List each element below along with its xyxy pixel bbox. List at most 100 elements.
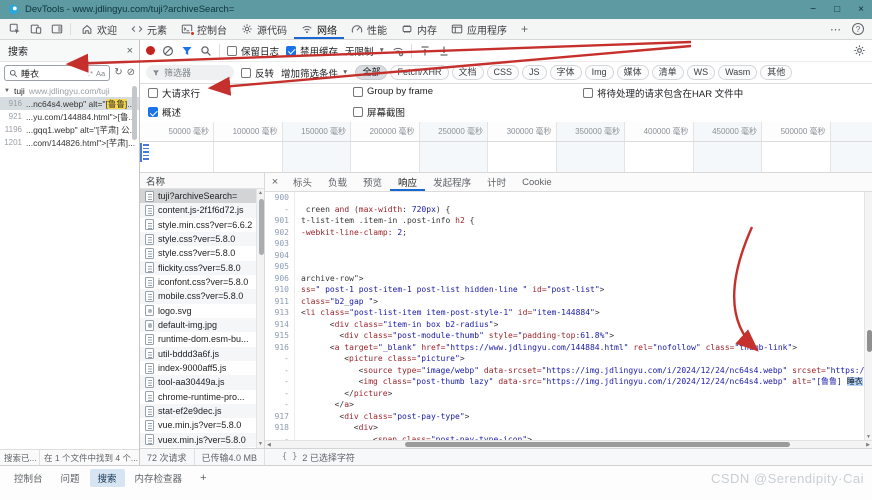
network-search-icon[interactable] <box>200 45 212 57</box>
response-code-view[interactable]: 900-creen and (max-width: 720px) {901t-l… <box>265 192 872 440</box>
filter-pill-其他[interactable]: 其他 <box>760 65 792 80</box>
request-row[interactable]: tool-aa30449a.js <box>140 375 256 389</box>
preserve-log-checkbox[interactable]: 保留日志 <box>227 44 279 58</box>
request-row[interactable]: flickity.css?ver=5.8.0 <box>140 261 256 275</box>
throttling-select[interactable]: 无限制 ▼ <box>345 44 385 58</box>
scrollbar-thumb[interactable] <box>405 442 790 447</box>
request-row[interactable]: default-img.jpg <box>140 318 256 332</box>
request-row[interactable]: style.css?ver=5.8.0 <box>140 246 256 260</box>
device-toolbar-icon[interactable] <box>25 19 46 39</box>
request-row[interactable]: style.css?ver=5.8.0 <box>140 232 256 246</box>
network-conditions-icon[interactable] <box>392 45 404 57</box>
filter-pill-CSS[interactable]: CSS <box>487 65 520 80</box>
response-tab-发起程序[interactable]: 发起程序 <box>425 173 479 191</box>
horizontal-scrollbar[interactable]: ◀ ▶ <box>265 440 872 448</box>
group-by-frame-checkbox[interactable]: Group by frame <box>353 86 433 97</box>
tab-home[interactable]: 欢迎 <box>74 19 124 39</box>
network-overview[interactable] <box>140 142 872 173</box>
disable-cache-checkbox[interactable]: 禁用缓存 <box>286 44 338 58</box>
response-tab-标头[interactable]: 标头 <box>285 173 320 191</box>
overview-checkbox[interactable]: 概述 <box>148 105 181 119</box>
response-tab-Cookie[interactable]: Cookie <box>514 173 560 191</box>
search-results-scrollbar[interactable] <box>132 86 137 140</box>
filter-pill-Wasm[interactable]: Wasm <box>718 65 757 80</box>
tab-application[interactable]: 应用程序 <box>444 19 514 39</box>
close-button[interactable]: × <box>858 5 864 15</box>
include-har-checkbox[interactable]: 将待处理的请求包含在HAR 文件中 <box>583 86 743 100</box>
add-tab-button[interactable]: + <box>514 19 535 39</box>
scroll-down-icon[interactable]: ▼ <box>865 434 872 440</box>
vertical-scrollbar[interactable]: ▼ <box>864 192 872 440</box>
request-row[interactable]: vue.min.js?ver=5.8.0 <box>140 418 256 432</box>
request-row[interactable]: logo.svg <box>140 304 256 318</box>
maximize-button[interactable]: □ <box>834 5 840 15</box>
filter-pill-JS[interactable]: JS <box>522 65 547 80</box>
inspect-icon[interactable] <box>4 19 25 39</box>
tab-network[interactable]: 网络 <box>294 19 344 39</box>
request-row[interactable]: stat-ef2e9dec.js <box>140 404 256 418</box>
request-row[interactable]: style.min.css?ver=6.6.2 <box>140 218 256 232</box>
scroll-left-icon[interactable]: ◀ <box>267 442 271 448</box>
clear-network-log-icon[interactable] <box>162 45 174 57</box>
search-input[interactable]: 睡衣 .* Aa <box>4 65 110 81</box>
drawer-tab-问题[interactable]: 问题 <box>53 469 88 487</box>
regex-toggle-icon[interactable]: .* <box>88 69 93 78</box>
request-list-header[interactable]: 名称 <box>140 173 264 189</box>
request-row[interactable]: util-bddd3a6f.js <box>140 347 256 361</box>
request-list-scrollbar[interactable]: ▲ ▼ <box>256 189 264 448</box>
scroll-down-icon[interactable]: ▼ <box>258 441 263 447</box>
refresh-search-icon[interactable]: ↻ <box>114 68 122 78</box>
search-result-row[interactable]: 921...yu.com/144884.html">[鲁... <box>0 110 139 123</box>
response-tab-响应[interactable]: 响应 <box>390 173 425 191</box>
tab-elements[interactable]: 元素 <box>124 19 174 39</box>
search-result-row[interactable]: 916...nc64s4.webp" alt="[鲁鲁]... <box>0 97 139 110</box>
scrollbar-thumb[interactable] <box>259 199 264 255</box>
clear-search-icon[interactable]: ⊘ <box>127 68 135 78</box>
filter-pill-Fetch/XHR[interactable]: Fetch/XHR <box>390 65 448 80</box>
filter-pill-Img[interactable]: Img <box>585 65 614 80</box>
filter-pill-WS[interactable]: WS <box>687 65 716 80</box>
more-filters-dropdown[interactable]: 增加筛选条件 ▼ <box>281 66 348 80</box>
add-drawer-tab-button[interactable]: + <box>192 470 214 486</box>
filter-pill-字体[interactable]: 字体 <box>550 65 582 80</box>
filter-pill-全部[interactable]: 全部 <box>355 65 387 80</box>
request-row[interactable]: iconfont.css?ver=5.8.0 <box>140 275 256 289</box>
scroll-right-icon[interactable]: ▶ <box>866 442 870 448</box>
request-row[interactable]: mobile.css?ver=5.8.0 <box>140 289 256 303</box>
request-row[interactable]: tuji?archiveSearch= <box>140 189 256 203</box>
tab-console[interactable]: 控制台 <box>174 19 234 39</box>
record-button[interactable] <box>146 46 155 55</box>
search-result-row[interactable]: 1201...com/144826.html">[芊肃]... <box>0 136 139 149</box>
dock-side-icon[interactable] <box>46 19 67 39</box>
big-request-rows-checkbox[interactable]: 大请求行 <box>148 86 200 100</box>
tab-sources[interactable]: 源代码 <box>234 19 294 39</box>
request-row[interactable]: content.js-2f1f6d72.js <box>140 203 256 217</box>
request-row[interactable]: vuex.min.js?ver=5.8.0 <box>140 433 256 447</box>
filter-pill-清单[interactable]: 清单 <box>652 65 684 80</box>
response-tab-预览[interactable]: 预览 <box>355 173 390 191</box>
drawer-tab-搜索[interactable]: 搜索 <box>90 469 125 487</box>
request-row[interactable]: index-9000aff5.js <box>140 361 256 375</box>
search-result-row[interactable]: 1196...gqq1.webp" alt="[芊肃] 公... <box>0 123 139 136</box>
response-tab-负载[interactable]: 负载 <box>320 173 355 191</box>
tab-memory[interactable]: 内存 <box>394 19 444 39</box>
search-group-row[interactable]: ▼tujiwww.jdlingyu.com/tuji <box>0 84 139 97</box>
filter-pill-媒体[interactable]: 媒体 <box>617 65 649 80</box>
request-row[interactable]: chrome-runtime-pro... <box>140 390 256 404</box>
help-icon[interactable]: ? <box>852 23 864 35</box>
network-settings-gear-icon[interactable] <box>853 44 866 57</box>
close-search-panel-icon[interactable]: × <box>127 45 133 57</box>
filter-input[interactable]: 筛选器 <box>146 65 234 80</box>
tab-performance[interactable]: 性能 <box>344 19 394 39</box>
filter-pill-文档[interactable]: 文档 <box>452 65 484 80</box>
close-detail-icon[interactable]: × <box>265 176 285 188</box>
more-options-icon[interactable]: ⋯ <box>830 23 842 36</box>
filter-toggle-icon[interactable] <box>181 45 193 57</box>
drawer-tab-内存检查器[interactable]: 内存检查器 <box>127 469 191 487</box>
export-har-icon[interactable] <box>438 45 450 57</box>
scrollbar-thumb[interactable] <box>867 330 872 352</box>
minimize-button[interactable]: − <box>810 5 816 15</box>
scroll-up-icon[interactable]: ▲ <box>258 190 263 196</box>
request-row[interactable]: runtime-dom.esm-bu... <box>140 332 256 346</box>
match-case-toggle-icon[interactable]: Aa <box>96 69 105 78</box>
